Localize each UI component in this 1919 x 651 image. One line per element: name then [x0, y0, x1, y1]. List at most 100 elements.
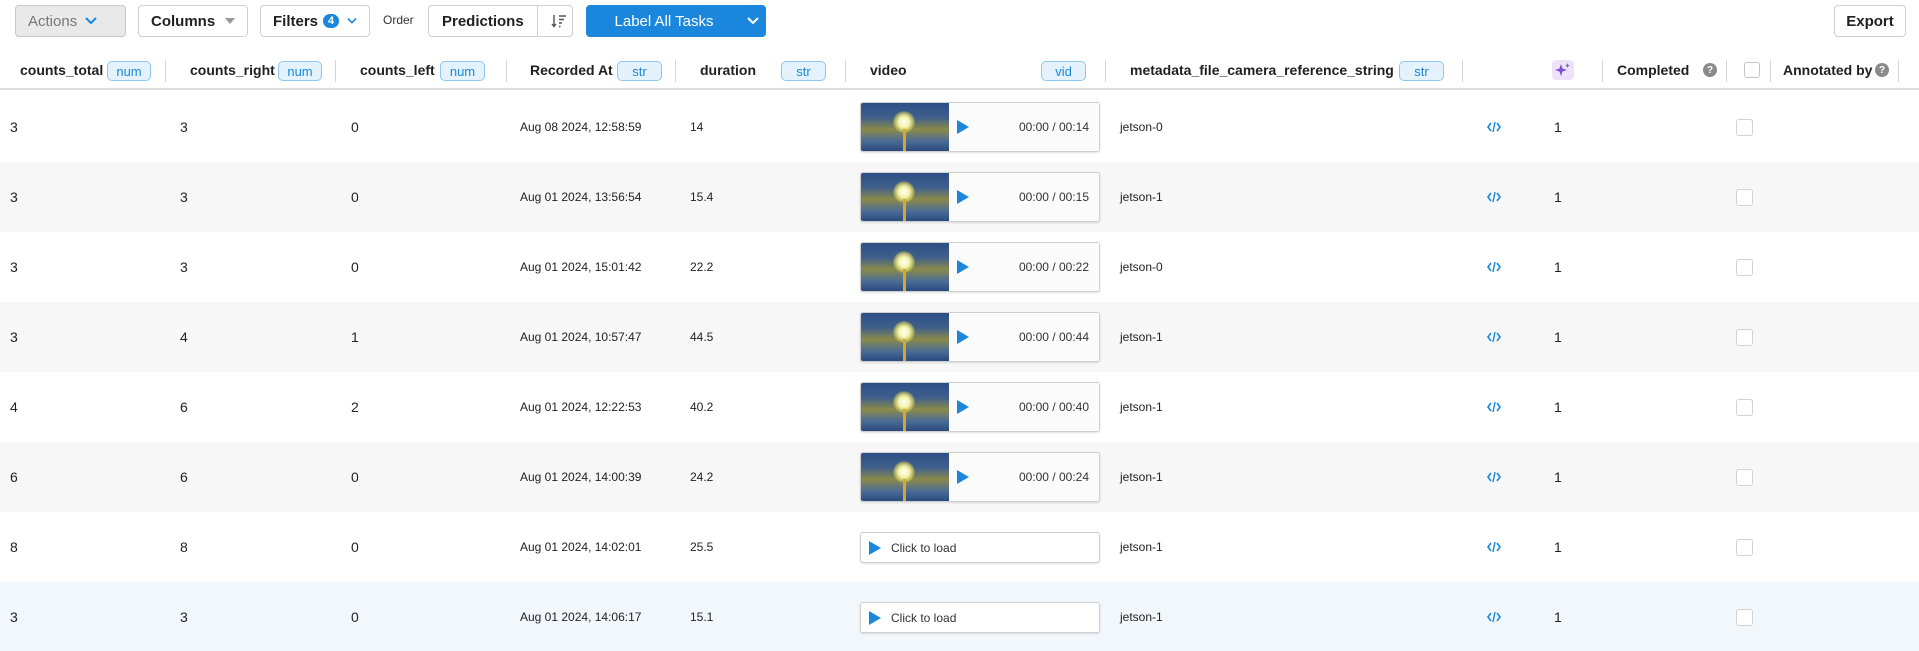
label-all-tasks-button[interactable]: Label All Tasks — [586, 5, 766, 37]
completed-help-icon[interactable]: ? — [1703, 63, 1717, 77]
type-tag-str[interactable]: str — [617, 61, 662, 81]
column-resize-handle[interactable] — [845, 60, 846, 82]
cell-recorded-at: Aug 01 2024, 15:01:42 — [520, 260, 642, 274]
play-icon[interactable] — [869, 610, 881, 625]
column-resize-handle[interactable] — [335, 60, 336, 82]
filters-count-badge: 4 — [323, 14, 340, 28]
type-tag-num[interactable]: num — [440, 61, 485, 81]
column-header-counts-total[interactable]: counts_total — [20, 52, 103, 88]
cell-duration: 15.1 — [690, 610, 714, 624]
cell-counts-left: 0 — [351, 189, 359, 205]
cell-camera-reference: jetson-1 — [1120, 330, 1163, 344]
column-header-camera-reference[interactable]: metadata_file_camera_reference_string — [1130, 52, 1394, 88]
actions-label: Actions — [28, 12, 78, 30]
table-row[interactable]: 3 4 1 Aug 01 2024, 10:57:47 44.5 00:00 / 00:4… — [0, 302, 1919, 372]
type-tag-vid[interactable]: vid — [1041, 61, 1086, 81]
table-row[interactable]: 3 3 0 Aug 01 2024, 13:56:54 15.4 00:00 / 00:1… — [0, 162, 1919, 232]
type-tag-num[interactable]: num — [107, 61, 151, 81]
filters-button[interactable]: Filters 4 — [260, 5, 370, 37]
column-header-counts-right[interactable]: counts_right — [190, 52, 275, 88]
video-player[interactable]: 00:00 / 00:44 — [860, 312, 1100, 362]
column-header-duration[interactable]: duration — [700, 52, 756, 88]
table-row[interactable]: 8 8 0 Aug 01 2024, 14:02:01 25.5 Click to loa… — [0, 512, 1919, 582]
type-tag-str[interactable]: str — [1399, 61, 1444, 81]
column-resize-handle[interactable] — [506, 60, 507, 82]
column-resize-handle[interactable] — [1726, 60, 1727, 82]
order-predictions-button[interactable]: Predictions — [428, 5, 573, 37]
cell-counts-total: 3 — [10, 329, 18, 345]
play-icon[interactable] — [957, 470, 969, 484]
code-icon[interactable] — [1487, 471, 1501, 483]
chevron-down-icon — [747, 17, 759, 25]
play-icon[interactable] — [957, 190, 969, 204]
cell-annotations-count: 1 — [1554, 469, 1562, 485]
column-resize-handle[interactable] — [1770, 60, 1771, 82]
code-icon[interactable] — [1487, 261, 1501, 273]
column-resize-handle[interactable] — [165, 60, 166, 82]
actions-button[interactable]: Actions — [15, 5, 126, 37]
row-select-checkbox[interactable] — [1736, 119, 1753, 136]
play-icon[interactable] — [957, 120, 969, 134]
column-header-annotations[interactable] — [1552, 52, 1574, 88]
column-resize-handle[interactable] — [1898, 60, 1899, 82]
cell-recorded-at: Aug 01 2024, 14:06:17 — [520, 610, 642, 624]
row-select-checkbox[interactable] — [1736, 609, 1753, 626]
code-icon[interactable] — [1487, 191, 1501, 203]
column-header-recorded-at[interactable]: Recorded At — [530, 52, 613, 88]
column-header-annotated-by[interactable]: Annotated by — [1783, 52, 1872, 88]
cell-counts-right: 4 — [180, 329, 188, 345]
column-resize-handle[interactable] — [1462, 60, 1463, 82]
sort-direction-toggle[interactable] — [546, 14, 572, 28]
code-icon[interactable] — [1487, 121, 1501, 133]
code-icon[interactable] — [1487, 331, 1501, 343]
row-select-checkbox[interactable] — [1736, 539, 1753, 556]
table-row[interactable]: 3 3 0 Aug 01 2024, 14:06:17 15.1 Click to loa… — [0, 582, 1919, 651]
row-select-checkbox[interactable] — [1736, 329, 1753, 346]
export-button[interactable]: Export — [1834, 5, 1906, 37]
column-header-counts-left[interactable]: counts_left — [360, 52, 435, 88]
video-thumbnail — [861, 173, 949, 221]
video-click-to-load[interactable]: Click to load — [860, 602, 1100, 633]
video-thumbnail — [861, 103, 949, 151]
column-resize-handle[interactable] — [675, 60, 676, 82]
code-icon[interactable] — [1487, 541, 1501, 553]
cell-camera-reference: jetson-1 — [1120, 400, 1163, 414]
table-row[interactable]: 4 6 2 Aug 01 2024, 12:22:53 40.2 00:00 / 00:4… — [0, 372, 1919, 442]
column-header-completed[interactable]: Completed — [1617, 52, 1689, 88]
cell-counts-total: 3 — [10, 119, 18, 135]
annotated-by-help-icon[interactable]: ? — [1875, 63, 1889, 77]
table-row[interactable]: 3 3 0 Aug 08 2024, 12:58:59 14 00:00 / 00:14 j… — [0, 92, 1919, 162]
video-player[interactable]: 00:00 / 00:15 — [860, 172, 1100, 222]
play-icon[interactable] — [957, 400, 969, 414]
columns-button[interactable]: Columns — [138, 5, 248, 37]
column-resize-handle[interactable] — [1602, 60, 1603, 82]
row-select-checkbox[interactable] — [1736, 469, 1753, 486]
table-row[interactable]: 6 6 0 Aug 01 2024, 14:00:39 24.2 00:00 / 00:2… — [0, 442, 1919, 512]
column-header-video[interactable]: video — [870, 52, 907, 88]
click-to-load-label: Click to load — [891, 610, 957, 625]
code-icon[interactable] — [1487, 401, 1501, 413]
play-icon[interactable] — [957, 260, 969, 274]
column-resize-handle[interactable] — [1105, 60, 1106, 82]
video-player[interactable]: 00:00 / 00:22 — [860, 242, 1100, 292]
chevron-down-icon — [85, 17, 97, 25]
video-click-to-load[interactable]: Click to load — [860, 532, 1100, 563]
order-label: Order — [383, 13, 414, 27]
play-icon[interactable] — [869, 540, 881, 555]
type-tag-num[interactable]: num — [278, 61, 322, 81]
row-select-checkbox[interactable] — [1736, 189, 1753, 206]
play-icon[interactable] — [957, 330, 969, 344]
select-all-checkbox[interactable] — [1744, 62, 1760, 78]
video-player[interactable]: 00:00 / 00:40 — [860, 382, 1100, 432]
row-select-checkbox[interactable] — [1736, 259, 1753, 276]
code-icon[interactable] — [1487, 611, 1501, 623]
table-row[interactable]: 3 3 0 Aug 01 2024, 15:01:42 22.2 00:00 / 00:2… — [0, 232, 1919, 302]
cell-annotations-count: 1 — [1554, 189, 1562, 205]
cell-annotations-count: 1 — [1554, 609, 1562, 625]
row-select-checkbox[interactable] — [1736, 399, 1753, 416]
label-all-tasks-dropdown[interactable] — [741, 6, 765, 36]
type-tag-str[interactable]: str — [781, 61, 826, 81]
video-player[interactable]: 00:00 / 00:24 — [860, 452, 1100, 502]
video-player[interactable]: 00:00 / 00:14 — [860, 102, 1100, 152]
click-to-load-label: Click to load — [891, 540, 957, 555]
